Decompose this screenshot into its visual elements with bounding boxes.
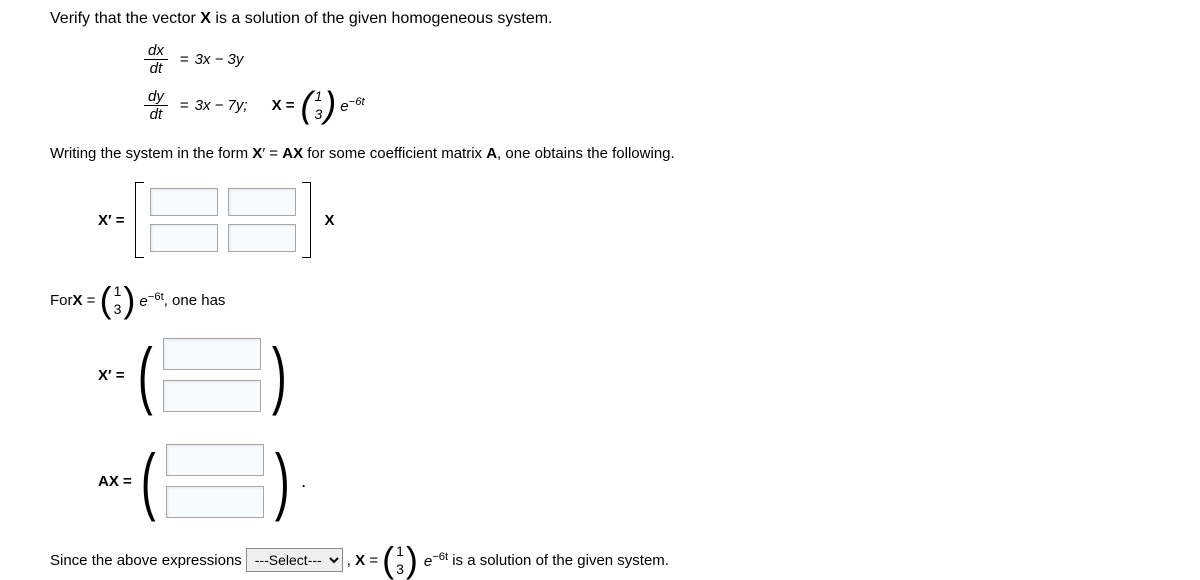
dx-den: dt <box>144 60 168 77</box>
left-paren-icon: ( <box>301 87 313 123</box>
lead-text-1: Writing the system in the form X′ = AX f… <box>50 145 1150 162</box>
xprime-vector-grid <box>157 332 267 418</box>
lead1-pre: Writing the system in the form <box>50 145 252 162</box>
equation-block: dx dt = 3x − 3y dy dt = 3x − 7y; X = ( 1… <box>138 42 1150 123</box>
dx-num: dx <box>144 42 168 60</box>
ax-label: AX = <box>98 473 132 490</box>
eq1-equals: = <box>180 51 189 68</box>
right-paren-icon-3: ) <box>406 542 418 578</box>
matrix-entry-22[interactable] <box>228 224 296 252</box>
conclusion-bot: 3 <box>396 560 404 578</box>
exp-base: e <box>340 98 348 115</box>
conclusion-paren: ( 1 3 ) <box>382 542 418 578</box>
forx-vector: 1 3 <box>112 282 124 318</box>
after-matrix-x: X <box>325 212 335 229</box>
xprime-label: X′ = <box>98 212 125 229</box>
conc-eq: = <box>365 552 378 569</box>
forx-exp: e−6t <box>139 291 163 310</box>
right-paren-icon-2: ) <box>123 282 135 318</box>
xprime-entry-1[interactable] <box>163 338 261 370</box>
ax-entry-1[interactable] <box>166 444 264 476</box>
prompt-post: is a solution of the given homogeneous s… <box>211 10 553 27</box>
forx-post: , one has <box>164 292 226 309</box>
prompt-x: X <box>200 10 211 27</box>
matrix-entry-12[interactable] <box>228 188 296 216</box>
forx-pre-1: For <box>50 292 73 309</box>
dydt-fraction: dy dt <box>144 88 168 123</box>
matrix-row-1: X′ = X <box>98 182 1150 258</box>
x-def-top: 1 <box>315 87 323 105</box>
matrix-entry-21[interactable] <box>150 224 218 252</box>
forx-exp-value: −6t <box>148 291 164 303</box>
conclusion-row: Since the above expressions ---Select---… <box>50 542 1150 578</box>
xprime-vector-row: X′ = ( ) <box>98 332 1150 418</box>
forx-bot: 3 <box>114 300 122 318</box>
coeff-matrix-grid <box>144 182 302 258</box>
conclusion-top: 1 <box>396 542 404 560</box>
dxdt-fraction: dx dt <box>144 42 168 77</box>
lead1-post: , one obtains the following. <box>497 145 675 162</box>
x-def-label: X = <box>272 97 295 114</box>
conclusion-pre: Since the above expressions <box>50 552 242 569</box>
x-def-vector: 1 3 <box>313 87 325 123</box>
lead1-a: AX <box>282 145 303 162</box>
conc-x: X <box>355 552 365 569</box>
ax-period: . <box>301 471 306 492</box>
eq-row-2: dy dt = 3x − 7y; X = ( 1 3 ) e−6t <box>138 87 1150 123</box>
dy-num: dy <box>144 88 168 106</box>
eq1-rhs: 3x − 3y <box>195 51 244 68</box>
ax-vector-row: AX = ( ) . <box>98 438 1150 524</box>
x-def-exp: e−6t <box>340 96 364 115</box>
prompt-pre: Verify that the vector <box>50 10 200 27</box>
x-def-bot: 3 <box>315 105 323 123</box>
ax-big-paren: ( ) <box>136 438 295 524</box>
dy-den: dt <box>144 106 168 123</box>
lead1-abold: A <box>486 145 497 162</box>
eq2-rhs: 3x − 7y; <box>195 97 248 114</box>
matrix-entry-11[interactable] <box>150 188 218 216</box>
coeff-matrix-bracket <box>135 182 311 258</box>
left-paren-icon-2: ( <box>100 282 112 318</box>
x-def-paren: ( 1 3 ) <box>301 87 337 123</box>
right-paren-icon: ) <box>324 87 336 123</box>
exp-value: −6t <box>349 96 365 108</box>
conc-comma: , <box>347 552 355 569</box>
xprime-entry-2[interactable] <box>163 380 261 412</box>
eq-row-1: dx dt = 3x − 3y <box>138 42 1150 77</box>
conclusion-exp-base: e <box>424 553 432 570</box>
expressions-select[interactable]: ---Select--- <box>246 548 343 572</box>
forx-paren: ( 1 3 ) <box>100 282 136 318</box>
big-right-paren-icon-2: ) <box>275 444 290 518</box>
conclusion-comma-x: , X = <box>347 552 378 569</box>
big-left-paren-icon: ( <box>137 338 152 412</box>
conclusion-exp-value: −6t <box>432 551 448 563</box>
eq2-equals: = <box>180 97 189 114</box>
big-right-paren-icon: ) <box>272 338 287 412</box>
conclusion-post: is a solution of the given system. <box>452 552 669 569</box>
xprime-big-paren: ( ) <box>133 332 292 418</box>
forx-top: 1 <box>114 282 122 300</box>
bracket-left-icon <box>135 182 144 258</box>
ax-vector-grid <box>160 438 270 524</box>
ax-entry-2[interactable] <box>166 486 264 518</box>
forx-exp-base: e <box>139 293 147 310</box>
lead1-prime: ′ = <box>262 145 282 162</box>
bracket-right-icon <box>302 182 311 258</box>
conclusion-exp: e−6t <box>424 551 448 570</box>
xprime2-label: X′ = <box>98 367 125 384</box>
conclusion-vector: 1 3 <box>394 542 406 578</box>
question-prompt: Verify that the vector X is a solution o… <box>50 10 1150 28</box>
lead1-xprime: X <box>252 145 262 162</box>
forx-equals: = <box>83 292 100 309</box>
left-paren-icon-3: ( <box>382 542 394 578</box>
for-x-row: For X = ( 1 3 ) e−6t , one has <box>50 282 1150 318</box>
forx-x: X <box>73 292 83 309</box>
lead1-mid: for some coefficient matrix <box>303 145 486 162</box>
big-left-paren-icon-2: ( <box>141 444 156 518</box>
